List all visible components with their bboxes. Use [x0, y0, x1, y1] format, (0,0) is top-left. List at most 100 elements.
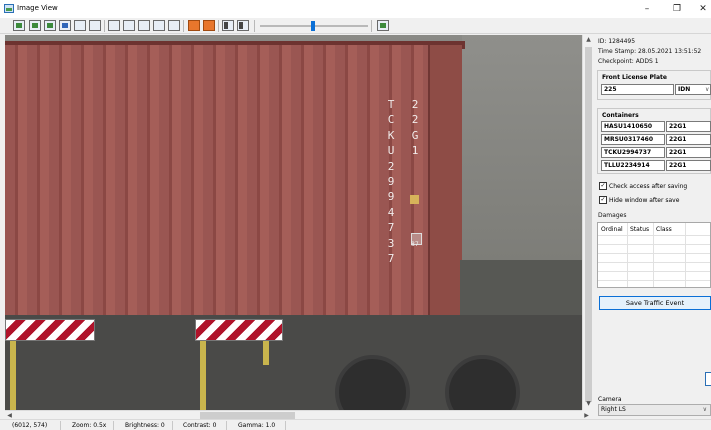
damages-column-header[interactable]: Status	[630, 226, 649, 233]
grid-divider	[685, 223, 686, 287]
fit-width-icon[interactable]	[108, 20, 120, 31]
grid-divider	[598, 262, 710, 263]
front-license-plate-title: Front License Plate	[602, 74, 667, 81]
chevron-down-icon[interactable]: ∨	[705, 86, 709, 93]
toolbar-separator	[218, 20, 219, 32]
zoom-slider-thumb[interactable]	[310, 21, 315, 31]
image-viewport[interactable]: TCKU2994737 22G1 87	[5, 35, 593, 410]
container-type-field[interactable]: 22G1	[666, 134, 711, 145]
barrier-post	[10, 341, 16, 410]
container-type-field[interactable]: 22G1	[666, 160, 711, 171]
next-image-icon[interactable]	[44, 20, 56, 31]
grid-divider	[653, 223, 654, 287]
barrier-left	[5, 319, 95, 341]
toolbar	[0, 18, 711, 34]
vertical-scrollbar[interactable]: ▲ ▼	[582, 35, 593, 410]
gamma-level: Gamma: 1.0	[238, 422, 276, 429]
window-title: Image View	[17, 4, 58, 12]
grid-divider	[627, 223, 628, 287]
image-export-icon[interactable]	[89, 20, 101, 31]
containers-group: Containers HASU1410650 22G1 MRSU0317460 …	[597, 108, 711, 174]
container-type-field[interactable]: 22G1	[666, 147, 711, 158]
container-code-field[interactable]: MRSU0317460	[601, 134, 665, 145]
close-button[interactable]: ✕	[696, 3, 710, 15]
barrier-post	[263, 341, 269, 365]
brightness-level: Brightness: 0	[125, 422, 165, 429]
save-traffic-event-button[interactable]: Save Traffic Event	[599, 296, 711, 310]
zoom-level: Zoom: 0.5x	[72, 422, 107, 429]
container-code-field[interactable]: TCKU2994737	[601, 147, 665, 158]
damages-column-header[interactable]: Class	[656, 226, 672, 233]
previous-image-icon[interactable]	[29, 20, 41, 31]
toolbar-separator	[371, 20, 372, 32]
front-plate-input[interactable]: 225	[601, 84, 674, 95]
damages-column-header[interactable]: Ordinal	[601, 226, 623, 233]
event-id: ID: 1284495	[598, 38, 636, 45]
container-plate-text: 87	[411, 241, 419, 248]
toolbar-separator	[254, 20, 255, 32]
hide-window-checkbox[interactable]: ✓	[599, 196, 607, 204]
toolbar-separator	[183, 20, 184, 32]
restore-button[interactable]: ❐	[670, 3, 684, 15]
mark-icon[interactable]	[203, 20, 215, 31]
horizontal-scroll-thumb[interactable]	[200, 412, 295, 419]
monitor-icon[interactable]	[59, 20, 71, 31]
invert-icon[interactable]	[237, 20, 249, 31]
grid-divider	[598, 253, 710, 254]
contrast-level: Contrast: 0	[183, 422, 217, 429]
container-code-field[interactable]: TLLU2234914	[601, 160, 665, 171]
hide-window-label: Hide window after save	[609, 197, 680, 204]
barrier-post	[200, 341, 206, 410]
chevron-down-icon[interactable]: ∨	[703, 405, 707, 415]
first-image-icon[interactable]	[13, 20, 25, 31]
title-bar: Image View – ❐ ✕	[0, 0, 711, 18]
status-separator	[172, 421, 173, 430]
side-panel-tab[interactable]	[705, 372, 711, 386]
image-app-icon	[4, 4, 14, 13]
container-code-field[interactable]: HASU1410650	[601, 121, 665, 132]
image-backdrop	[462, 35, 593, 260]
damages-grid[interactable]: Ordinal Status Class	[597, 222, 711, 288]
barrier-center	[195, 319, 283, 341]
details-panel: ID: 1284495 Time Stamp: 28.05.2021 13:51…	[596, 35, 711, 418]
horizontal-scrollbar[interactable]: ◀ ▶	[5, 410, 589, 419]
containers-title: Containers	[602, 112, 639, 119]
zoom-in-icon[interactable]	[153, 20, 165, 31]
front-license-plate-group: Front License Plate 225 IDN ∨	[597, 70, 711, 100]
toolbar-separator	[104, 20, 105, 32]
vertical-scroll-thumb[interactable]	[585, 47, 592, 402]
damages-title: Damages	[598, 212, 627, 219]
container-code-marking: TCKU2994737	[387, 98, 395, 266]
event-checkpoint: Checkpoint: ADDS 1	[598, 58, 659, 65]
cursor-coordinates: (6012, 574)	[12, 422, 48, 429]
image-view-window: Image View – ❐ ✕ TCKU2994737 22G1 87 ▲ ▼…	[0, 0, 711, 430]
camera-select[interactable]: Right LS ∨	[598, 404, 711, 416]
status-bar: (6012, 574) Zoom: 0.5x Brightness: 0 Con…	[0, 419, 711, 430]
camera-select-value: Right LS	[601, 406, 626, 413]
status-separator	[60, 421, 61, 430]
event-timestamp: Time Stamp: 28.05.2021 13:51:52	[598, 48, 702, 55]
container-decal	[410, 195, 419, 204]
grid-divider	[598, 271, 710, 272]
zoom-out-icon[interactable]	[168, 20, 180, 31]
envelope-icon[interactable]	[74, 20, 86, 31]
status-separator	[113, 421, 114, 430]
fit-height-icon[interactable]	[123, 20, 135, 31]
container-type-marking: 22G1	[411, 98, 419, 158]
actual-size-icon[interactable]	[138, 20, 150, 31]
grid-divider	[598, 280, 710, 281]
camera-label: Camera	[598, 396, 622, 403]
minimize-button[interactable]: –	[640, 3, 654, 15]
check-access-checkbox[interactable]: ✓	[599, 182, 607, 190]
container-type-field[interactable]: 22G1	[666, 121, 711, 132]
contrast-icon[interactable]	[222, 20, 234, 31]
status-separator	[226, 421, 227, 430]
scroll-down-icon[interactable]: ▼	[584, 399, 593, 409]
grid-divider	[598, 244, 710, 245]
grid-divider	[598, 235, 710, 236]
status-separator	[285, 421, 286, 430]
scroll-up-icon[interactable]: ▲	[584, 35, 593, 45]
highlight-icon[interactable]	[188, 20, 200, 31]
check-access-label: Check access after saving	[609, 183, 688, 190]
capture-image-icon[interactable]	[377, 20, 389, 31]
